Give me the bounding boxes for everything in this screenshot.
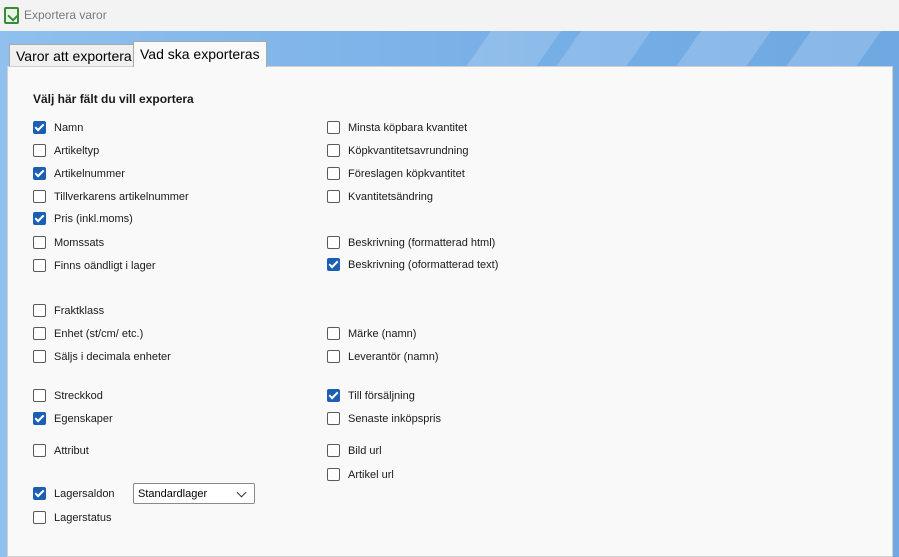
checkbox-beskrivning-formatterad[interactable]: Beskrivning (formatterad html) bbox=[327, 236, 495, 249]
checkbox-marke-namn[interactable]: Märke (namn) bbox=[327, 327, 416, 340]
checkbox-box[interactable] bbox=[327, 121, 340, 134]
panel-heading: Välj här fält du vill exportera bbox=[33, 92, 194, 106]
checkbox-label: Köpkvantitetsavrundning bbox=[348, 144, 469, 157]
checkbox-box[interactable] bbox=[33, 327, 46, 340]
checkbox-label: Leverantör (namn) bbox=[348, 350, 439, 363]
checkbox-egenskaper[interactable]: Egenskaper bbox=[33, 412, 113, 425]
checkbox-label: Senaste inköpspris bbox=[348, 412, 441, 425]
tab-vad-ska-exporteras[interactable]: Vad ska exporteras bbox=[133, 41, 267, 67]
checkbox-label: Föreslagen köpkvantitet bbox=[348, 167, 465, 180]
checkbox-label: Attribut bbox=[54, 444, 89, 457]
checkbox-foreslagen-kopkvantitet[interactable]: Föreslagen köpkvantitet bbox=[327, 167, 465, 180]
checkbox-finns-oandligt-i-lager[interactable]: Finns oändligt i lager bbox=[33, 259, 156, 272]
checkbox-label: Säljs i decimala enheter bbox=[54, 350, 171, 363]
checkbox-label: Artikel url bbox=[348, 468, 394, 481]
checkbox-box[interactable] bbox=[327, 258, 340, 271]
checkbox-label: Namn bbox=[54, 121, 84, 134]
checkbox-senaste-inkopspris[interactable]: Senaste inköpspris bbox=[327, 412, 441, 425]
tab-varor-att-exportera[interactable]: Varor att exportera bbox=[9, 44, 139, 66]
checkbox-leverantor-namn[interactable]: Leverantör (namn) bbox=[327, 350, 439, 363]
checkbox-box[interactable] bbox=[33, 350, 46, 363]
checkbox-label: Kvantitetsändring bbox=[348, 190, 433, 203]
checkbox-till-forsaljning[interactable]: Till försäljning bbox=[327, 389, 415, 402]
checkbox-label: Pris (inkl.moms) bbox=[54, 212, 133, 225]
checkbox-artikeltyp[interactable]: Artikeltyp bbox=[33, 144, 99, 157]
checkbox-box[interactable] bbox=[33, 121, 46, 134]
checkbox-label: Till försäljning bbox=[348, 389, 415, 402]
app-icon bbox=[4, 7, 19, 24]
checkbox-minsta-kopbara-kvantitet[interactable]: Minsta köpbara kvantitet bbox=[327, 121, 467, 134]
checkbox-lagerstatus[interactable]: Lagerstatus bbox=[33, 511, 111, 524]
checkbox-box[interactable] bbox=[33, 511, 46, 524]
checkbox-bild-url[interactable]: Bild url bbox=[327, 444, 382, 457]
checkbox-label: Bild url bbox=[348, 444, 382, 457]
checkbox-box[interactable] bbox=[327, 327, 340, 340]
checkbox-box[interactable] bbox=[33, 144, 46, 157]
checkbox-kopkvantitetsavrundning[interactable]: Köpkvantitetsavrundning bbox=[327, 144, 468, 157]
checkbox-beskrivning-oformatterad[interactable]: Beskrivning (oformatterad text) bbox=[327, 258, 498, 271]
checkbox-box[interactable] bbox=[33, 167, 46, 180]
checkbox-box[interactable] bbox=[327, 389, 340, 402]
checkbox-label: Märke (namn) bbox=[348, 327, 417, 340]
checkbox-label: Lagersaldon bbox=[54, 487, 115, 500]
checkbox-kvantitetsandring[interactable]: Kvantitetsändring bbox=[327, 190, 433, 203]
checkbox-box[interactable] bbox=[33, 487, 46, 500]
checkbox-saljs-i-decimala-enheter[interactable]: Säljs i decimala enheter bbox=[33, 350, 171, 363]
checkbox-label: Tillverkarens artikelnummer bbox=[54, 190, 189, 203]
checkbox-box[interactable] bbox=[33, 444, 46, 457]
checkbox-label: Minsta köpbara kvantitet bbox=[348, 121, 468, 134]
checkbox-label: Lagerstatus bbox=[54, 511, 112, 524]
checkbox-box[interactable] bbox=[327, 412, 340, 425]
checkbox-box[interactable] bbox=[33, 212, 46, 225]
checkbox-namn[interactable]: Namn bbox=[33, 121, 83, 134]
checkbox-streckkod[interactable]: Streckkod bbox=[33, 389, 103, 402]
checkbox-label: Beskrivning (formatterad html) bbox=[348, 236, 496, 249]
checkbox-box[interactable] bbox=[33, 389, 46, 402]
checkbox-enhet[interactable]: Enhet (st/cm/ etc.) bbox=[33, 327, 143, 340]
warehouse-select[interactable]: Standardlager bbox=[133, 483, 255, 504]
checkbox-attribut[interactable]: Attribut bbox=[33, 444, 89, 457]
checkbox-label: Finns oändligt i lager bbox=[54, 259, 156, 272]
checkbox-box[interactable] bbox=[33, 412, 46, 425]
window-title: Exportera varor bbox=[24, 8, 107, 22]
checkbox-label: Streckkod bbox=[54, 389, 103, 402]
checkbox-box[interactable] bbox=[33, 236, 46, 249]
checkbox-artikelnummer[interactable]: Artikelnummer bbox=[33, 167, 125, 180]
chevron-down-icon[interactable] bbox=[236, 487, 247, 497]
checkbox-label: Egenskaper bbox=[54, 412, 113, 425]
checkbox-box[interactable] bbox=[33, 190, 46, 203]
checkbox-label: Artikeltyp bbox=[54, 144, 100, 157]
checkbox-label: Momssats bbox=[54, 236, 105, 249]
checkbox-box[interactable] bbox=[327, 350, 340, 363]
checkbox-box[interactable] bbox=[327, 167, 340, 180]
title-bar: Exportera varor bbox=[0, 0, 899, 31]
checkbox-tillverkarens-artikelnummer[interactable]: Tillverkarens artikelnummer bbox=[33, 190, 189, 203]
checkbox-box[interactable] bbox=[327, 236, 340, 249]
checkbox-box[interactable] bbox=[327, 144, 340, 157]
checkbox-label: Fraktklass bbox=[54, 304, 105, 317]
checkbox-box[interactable] bbox=[327, 444, 340, 457]
checkbox-label: Beskrivning (oformatterad text) bbox=[348, 258, 499, 271]
checkbox-box[interactable] bbox=[327, 190, 340, 203]
checkbox-box[interactable] bbox=[327, 468, 340, 481]
checkbox-momssats[interactable]: Momssats bbox=[33, 236, 104, 249]
checkbox-label: Enhet (st/cm/ etc.) bbox=[54, 327, 144, 340]
warehouse-select-value: Standardlager bbox=[138, 487, 208, 500]
checkbox-box[interactable] bbox=[33, 259, 46, 272]
checkbox-box[interactable] bbox=[33, 304, 46, 317]
checkbox-lagersaldon[interactable]: Lagersaldon bbox=[33, 487, 115, 500]
checkbox-label: Artikelnummer bbox=[54, 167, 125, 180]
checkbox-pris-inkl-moms[interactable]: Pris (inkl.moms) bbox=[33, 212, 133, 225]
checkbox-artikel-url[interactable]: Artikel url bbox=[327, 468, 394, 481]
checkbox-fraktklass[interactable]: Fraktklass bbox=[33, 304, 104, 317]
